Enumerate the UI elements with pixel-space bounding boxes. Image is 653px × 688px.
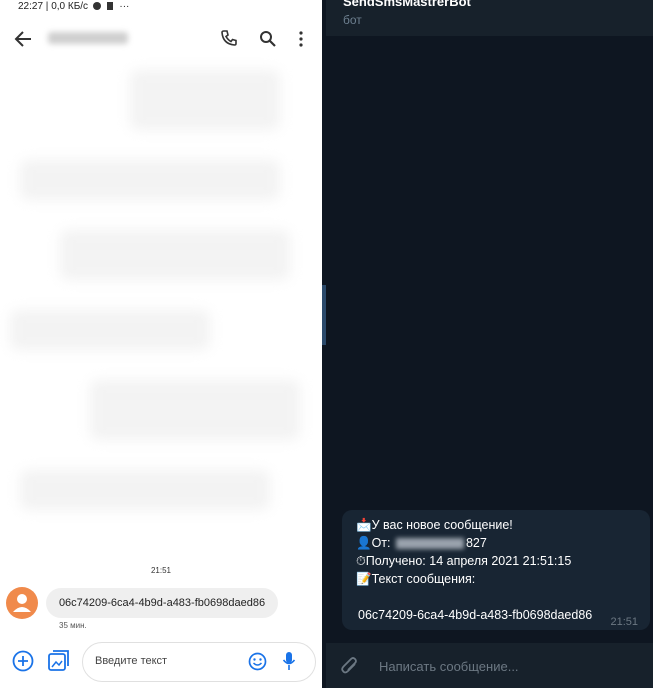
message-line5: 06c74209-6ca4-4b9d-a483-fb0698daed86 — [358, 608, 593, 622]
blurred-conversation-background — [0, 60, 322, 580]
message-line4: Текст сообщения: — [371, 572, 476, 586]
avatar[interactable] — [6, 587, 38, 619]
contact-name-redacted — [48, 32, 128, 44]
more-options-icon[interactable] — [298, 31, 304, 47]
message-compose-field[interactable]: Введите текст — [82, 642, 316, 682]
person-silhouette-icon: 👤 — [356, 536, 372, 550]
message-line-new: 📩У вас новое сообщение! — [356, 518, 513, 533]
chat-subtitle: бот — [343, 13, 362, 27]
status-bar: 22:27 | 0,0 КБ/с ··· ᛒ 99% — [0, 0, 322, 14]
sim-icon — [106, 2, 113, 11]
stopwatch-icon: ⏱ — [356, 554, 366, 568]
message-timestamp: 21:51 — [150, 566, 172, 575]
message-time: 21:51 — [610, 616, 638, 628]
compose-placeholder: Введите текст — [95, 655, 168, 667]
telegram-notify-icon — [92, 2, 101, 11]
status-time: 22:27 — [18, 1, 44, 12]
conversation-toolbar — [0, 20, 322, 60]
emoji-icon[interactable] — [248, 652, 267, 671]
telegram-chat-screen: SendSmsMastrerBot бот 📩У вас новое сообщ… — [326, 0, 653, 688]
status-time-and-speed: 22:27 | 0,0 КБ/с ··· — [18, 1, 130, 12]
message-from-label: От: — [371, 536, 394, 550]
search-icon[interactable] — [259, 30, 276, 47]
overflow-dots: ··· — [119, 1, 130, 12]
message-age: 35 мин. — [59, 621, 87, 630]
person-icon — [13, 594, 31, 612]
message-line-received: ⏱Получено: 14 апреля 2021 21:51:15 — [356, 554, 571, 569]
sender-number-suffix: 827 — [465, 536, 487, 550]
microphone-icon[interactable] — [282, 651, 296, 671]
android-messages-screen: 22:27 | 0,0 КБ/с ··· ᛒ 99% 21:51 06c7420… — [0, 0, 322, 688]
message-line3: Получено: 14 апреля 2021 21:51:15 — [365, 554, 572, 568]
phone-call-icon[interactable] — [220, 29, 238, 47]
message-line-from: 👤От: 827 — [356, 536, 487, 551]
add-attachment-icon[interactable] — [12, 650, 34, 672]
sender-number-redacted — [395, 538, 464, 550]
telegram-message-input[interactable]: Написать сообщение... — [379, 659, 519, 674]
memo-icon: 📝 — [356, 572, 372, 586]
telegram-input-bar: Написать сообщение... — [326, 643, 653, 688]
chat-header[interactable]: SendSmsMastrerBot бот — [326, 0, 653, 36]
message-line1: У вас новое сообщение! — [371, 518, 513, 532]
back-arrow-icon[interactable] — [14, 31, 32, 47]
incoming-message-bubble[interactable]: 06c74209-6ca4-4b9d-a483-fb0698daed86 — [46, 588, 278, 618]
paperclip-icon[interactable] — [340, 655, 360, 677]
chat-title: SendSmsMastrerBot — [343, 0, 471, 9]
message-line-text-label: 📝Текст сообщения: — [356, 572, 475, 587]
bot-message-bubble[interactable]: 📩У вас новое сообщение! 👤От: 827 ⏱Получе… — [342, 510, 650, 630]
gallery-icon[interactable] — [47, 650, 69, 672]
envelope-icon: 📩 — [356, 518, 372, 532]
status-speed: 0,0 КБ/с — [51, 1, 89, 12]
